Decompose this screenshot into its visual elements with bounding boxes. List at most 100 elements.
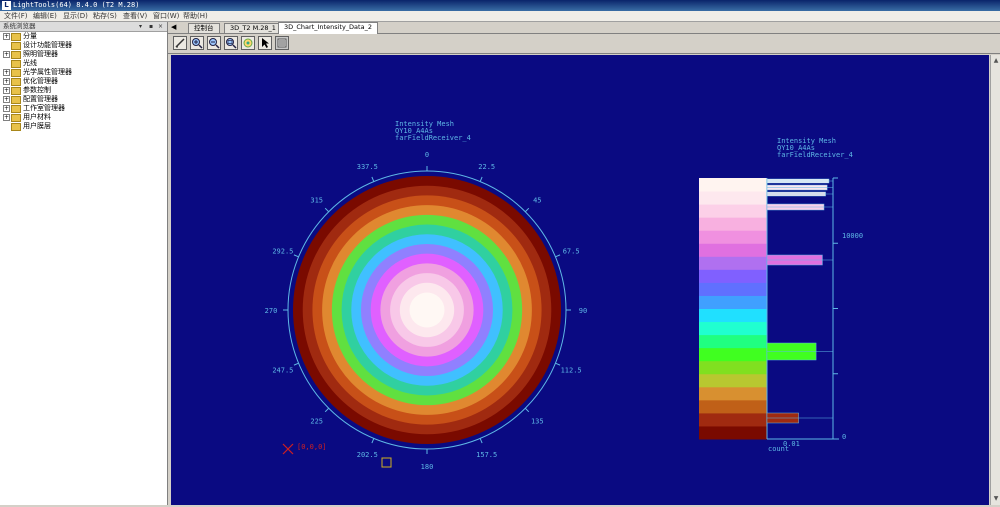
selection-handle-icon[interactable]: [381, 457, 392, 468]
tree-item-label: 工作室管理器: [23, 104, 65, 112]
angle-label: 90: [579, 307, 587, 315]
folder-icon: [11, 78, 21, 86]
pointer-icon[interactable]: [258, 36, 272, 50]
hist-y-label-top: 10000: [842, 232, 863, 240]
angle-label: 22.5: [478, 163, 495, 171]
vertical-scrollbar[interactable]: ▲ ▼: [990, 55, 1000, 505]
menu-display[interactable]: 显示(D): [63, 11, 88, 21]
angle-label: 202.5: [357, 451, 378, 459]
app-icon: L: [2, 1, 11, 10]
tree-item-label: 用户材料: [23, 113, 51, 121]
angle-label: 67.5: [563, 247, 580, 255]
histogram-plot: [699, 177, 839, 440]
menu-bar: 文件(F) 编辑(E) 显示(D) 粘存(S) 查看(V) 窗口(W) 帮助(H…: [0, 11, 1000, 22]
angle-label: 135: [531, 417, 544, 425]
menu-file[interactable]: 文件(F): [4, 11, 28, 21]
tab-3d-model[interactable]: 3D_T2 M.28_1: [224, 23, 282, 33]
folder-icon: [11, 33, 21, 41]
menu-edit[interactable]: 编辑(E): [33, 11, 57, 21]
tree-item[interactable]: + 用户材料: [0, 113, 167, 122]
edit-icon[interactable]: [173, 36, 187, 50]
angle-label: 45: [533, 197, 541, 205]
color-scale-segment: [699, 178, 767, 192]
angle-tick: [293, 362, 299, 366]
color-scale-segment: [699, 321, 767, 336]
color-scale-segment: [699, 282, 767, 296]
tree-item[interactable]: + 优化管理器: [0, 77, 167, 86]
expand-icon[interactable]: +: [3, 87, 10, 94]
expand-icon[interactable]: +: [3, 78, 10, 85]
document-tab-bar: ◀ 控制台 3D_T2 M.28_1 3D_Chart_Intensity_Da…: [168, 22, 1000, 34]
expand-icon[interactable]: +: [3, 114, 10, 121]
menu-help[interactable]: 帮助(H): [183, 11, 208, 21]
expand-icon[interactable]: +: [3, 105, 10, 112]
angle-label: 292.5: [272, 247, 293, 255]
color-scale-segment: [699, 412, 767, 427]
angle-tick: [555, 254, 561, 258]
tab-console[interactable]: 控制台: [188, 23, 220, 33]
chart-plot-area[interactable]: 0 22.5 45 67.5 90 112.5 135 157.5 180 202.5 225 247…: [171, 55, 989, 505]
angle-tick: [524, 207, 530, 213]
angle-label: 157.5: [476, 451, 497, 459]
window-title-bar: L LightTools(64) 8.4.0 (T2 M.28): [0, 0, 1000, 11]
tree-item[interactable]: + 光学属性管理器: [0, 68, 167, 77]
menu-paste[interactable]: 粘存(S): [93, 11, 117, 21]
menu-view[interactable]: 查看(V): [123, 11, 147, 21]
tree-item[interactable]: 用户膜层: [0, 122, 167, 131]
hist-title-line-3: farFieldReceiver_4: [777, 151, 853, 159]
zoom-out-icon[interactable]: [207, 36, 221, 50]
tree-item[interactable]: + 参数控制: [0, 86, 167, 95]
intensity-chart-svg: 0 22.5 45 67.5 90 112.5 135 157.5 180 202.5 225 247…: [265, 120, 863, 471]
origin-marker-label: [0,0,0]: [297, 443, 327, 451]
tree-item[interactable]: + 工作室管理器: [0, 104, 167, 113]
expand-icon[interactable]: +: [3, 51, 10, 58]
zoom-in-icon[interactable]: [190, 36, 204, 50]
angle-label: 270: [265, 307, 278, 315]
hist-y-label-bottom: 0: [842, 433, 846, 441]
menu-window[interactable]: 窗口(W): [153, 11, 179, 21]
tree-item[interactable]: 光线: [0, 59, 167, 68]
polar-title-line-3: farFieldReceiver_4: [395, 134, 471, 142]
angle-label: 225: [310, 417, 323, 425]
folder-icon: [11, 69, 21, 77]
angle-tick: [371, 176, 375, 182]
tree-item[interactable]: + 分量: [0, 32, 167, 41]
color-scale-segment: [699, 191, 767, 205]
tree-item[interactable]: + 照明管理器: [0, 50, 167, 59]
angle-label: 337.5: [357, 163, 378, 171]
angle-tick: [371, 438, 375, 444]
scroll-down-icon[interactable]: ▼: [992, 495, 1000, 503]
tree-item[interactable]: + 配置管理器: [0, 95, 167, 104]
color-scale-segment: [699, 269, 767, 283]
expand-icon[interactable]: +: [3, 69, 10, 76]
angle-label: 180: [421, 463, 434, 471]
system-browser-panel: 系统浏览器 ▾ ▪ × + 分量 设计功能管理器 + 照明管理器 光线 + 光学属性管理器 + 优…: [0, 22, 168, 505]
color-scale-segment: [699, 256, 767, 270]
scroll-up-icon[interactable]: ▲: [992, 57, 1000, 65]
expand-icon[interactable]: +: [3, 96, 10, 103]
panel-pin-button[interactable]: ▪: [149, 22, 153, 31]
color-scale-segment: [699, 217, 767, 231]
color-scale-segment: [699, 347, 767, 362]
angle-label: 0: [425, 151, 429, 159]
color-scale-segment: [699, 334, 767, 349]
polar-plot: 0 22.5 45 67.5 90 112.5 135 157.5 180 202.5 225 247…: [265, 151, 588, 471]
tab-scroll-left-icon[interactable]: ◀: [171, 23, 176, 32]
rotate-icon[interactable]: [241, 36, 255, 50]
expand-icon[interactable]: +: [3, 33, 10, 40]
tree-item-label: 光线: [23, 59, 37, 67]
tree-item-label: 优化管理器: [23, 77, 58, 85]
zoom-window-icon[interactable]: [224, 36, 238, 50]
color-scale-segment: [699, 295, 767, 309]
angle-label: 315: [310, 197, 323, 205]
tab-chart-intensity[interactable]: 3D_Chart_Intensity_Data_2: [278, 22, 378, 34]
panel-dropdown-button[interactable]: ▾: [139, 22, 142, 31]
window-title: LightTools(64) 8.4.0 (T2 M.28): [13, 1, 140, 9]
panel-close-button[interactable]: ×: [158, 22, 163, 31]
system-browser-title: 系统浏览器: [3, 22, 36, 30]
tree-item[interactable]: 设计功能管理器: [0, 41, 167, 50]
properties-icon[interactable]: [275, 36, 289, 50]
intensity-band: [409, 292, 445, 328]
color-scale-segment: [699, 425, 767, 440]
origin-marker[interactable]: [282, 443, 294, 455]
